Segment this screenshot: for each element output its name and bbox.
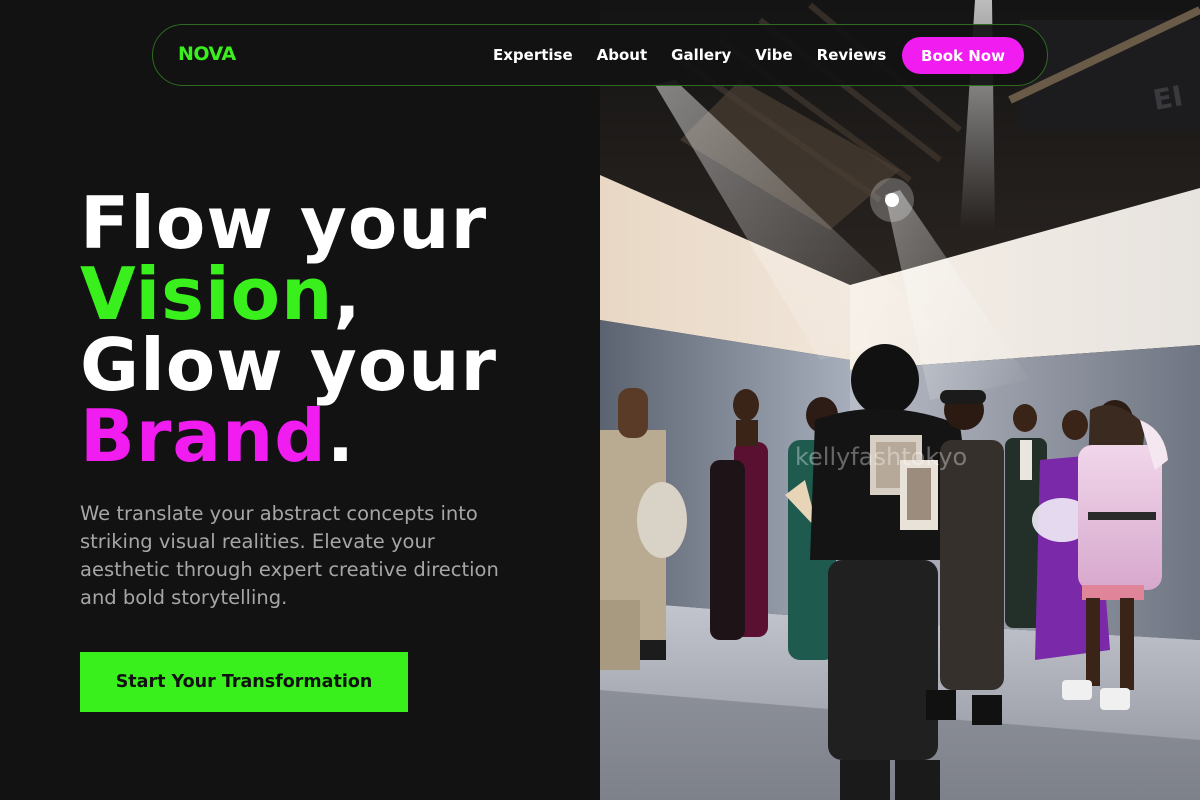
headline-line-2: Vision, <box>80 258 600 330</box>
hero-headline: Flow your Vision, Glow your Brand. <box>80 181 600 472</box>
book-now-button[interactable]: Book Now <box>902 37 1024 74</box>
hero-photo: EI kellyfashtokyo <box>600 0 1200 800</box>
nav-link-gallery[interactable]: Gallery <box>671 46 731 64</box>
top-navbar: NOVA Expertise About Gallery Vibe Review… <box>152 24 1048 86</box>
brand-logo[interactable]: NOVA <box>178 43 236 65</box>
nav-links: Expertise About Gallery Vibe Reviews <box>493 46 910 64</box>
headline-line-1: Flow your <box>80 181 488 265</box>
headline-line-3: Glow your <box>80 323 497 407</box>
nav-link-reviews[interactable]: Reviews <box>817 46 887 64</box>
start-transformation-button[interactable]: Start Your Transformation <box>80 652 408 712</box>
headline-period: . <box>326 394 356 478</box>
hero-subtitle: We translate your abstract concepts into… <box>80 502 499 609</box>
nav-link-expertise[interactable]: Expertise <box>493 46 573 64</box>
headline-line-4: Brand. <box>80 400 600 472</box>
headline-accent-brand: Brand <box>80 394 327 478</box>
photo-watermark: kellyfashtokyo <box>795 443 967 471</box>
nav-link-vibe[interactable]: Vibe <box>755 46 792 64</box>
nav-link-about[interactable]: About <box>597 46 648 64</box>
svg-text:EI: EI <box>1150 79 1185 117</box>
